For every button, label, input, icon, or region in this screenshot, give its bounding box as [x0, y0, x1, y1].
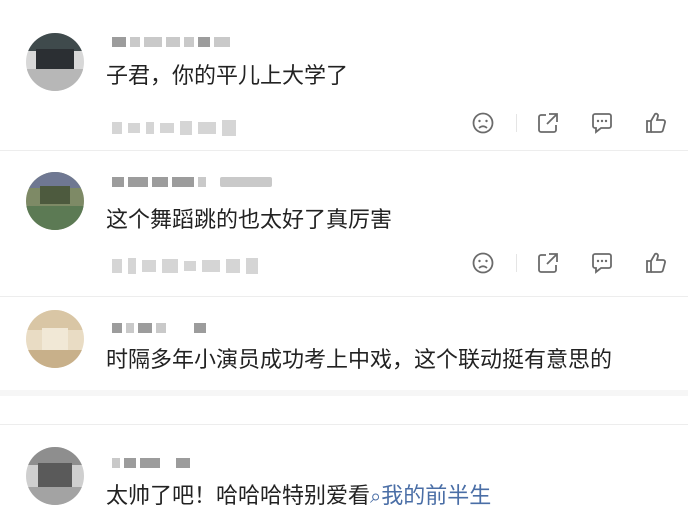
comment-text: 太帅了吧！哈哈哈特别爱看⌕我的前半生: [106, 481, 491, 512]
username-redacted[interactable]: [112, 455, 190, 471]
comment-text: 时隔多年小演员成功考上中戏，这个联动挺有意思的: [106, 348, 613, 373]
divider: [516, 254, 517, 272]
divider: [516, 114, 517, 132]
like-icon[interactable]: [643, 250, 669, 276]
comment-icon[interactable]: [589, 250, 615, 276]
like-icon[interactable]: [643, 110, 669, 136]
comment-meta-redacted: [112, 120, 236, 136]
avatar[interactable]: [26, 172, 84, 230]
topic-link[interactable]: ⌕我的前半生: [370, 484, 491, 509]
comment-text: 这个舞蹈跳的也太好了真厉害: [106, 208, 393, 233]
comment-meta-redacted: [112, 258, 258, 274]
username-redacted[interactable]: [112, 320, 206, 336]
comment-icon[interactable]: [589, 110, 615, 136]
avatar[interactable]: [26, 447, 84, 505]
comment-actions: [470, 110, 669, 136]
section-gap: [0, 390, 688, 396]
vip-badge: [220, 177, 272, 187]
topic-link-label: 我的前半生: [381, 484, 492, 509]
comment-actions: [470, 250, 669, 276]
avatar[interactable]: [26, 310, 84, 368]
comment-text-prefix: 太帅了吧！哈哈哈特别爱看: [106, 484, 371, 509]
username-redacted[interactable]: [112, 34, 230, 50]
share-icon[interactable]: [535, 110, 561, 136]
username-redacted[interactable]: [112, 174, 272, 190]
share-icon[interactable]: [535, 250, 561, 276]
comment-text: 子君，你的平儿上大学了: [106, 64, 349, 89]
comment-item: 这个舞蹈跳的也太好了真厉害: [0, 150, 688, 298]
comment-item: 太帅了吧！哈哈哈特别爱看⌕我的前半生: [0, 425, 688, 522]
divider: [0, 296, 688, 297]
dislike-icon[interactable]: [470, 110, 496, 136]
comment-item: 时隔多年小演员成功考上中戏，这个联动挺有意思的: [0, 298, 688, 390]
dislike-icon[interactable]: [470, 250, 496, 276]
comment-item: 子君，你的平儿上大学了: [0, 0, 688, 151]
search-icon: ⌕: [370, 484, 382, 508]
avatar[interactable]: [26, 33, 84, 91]
